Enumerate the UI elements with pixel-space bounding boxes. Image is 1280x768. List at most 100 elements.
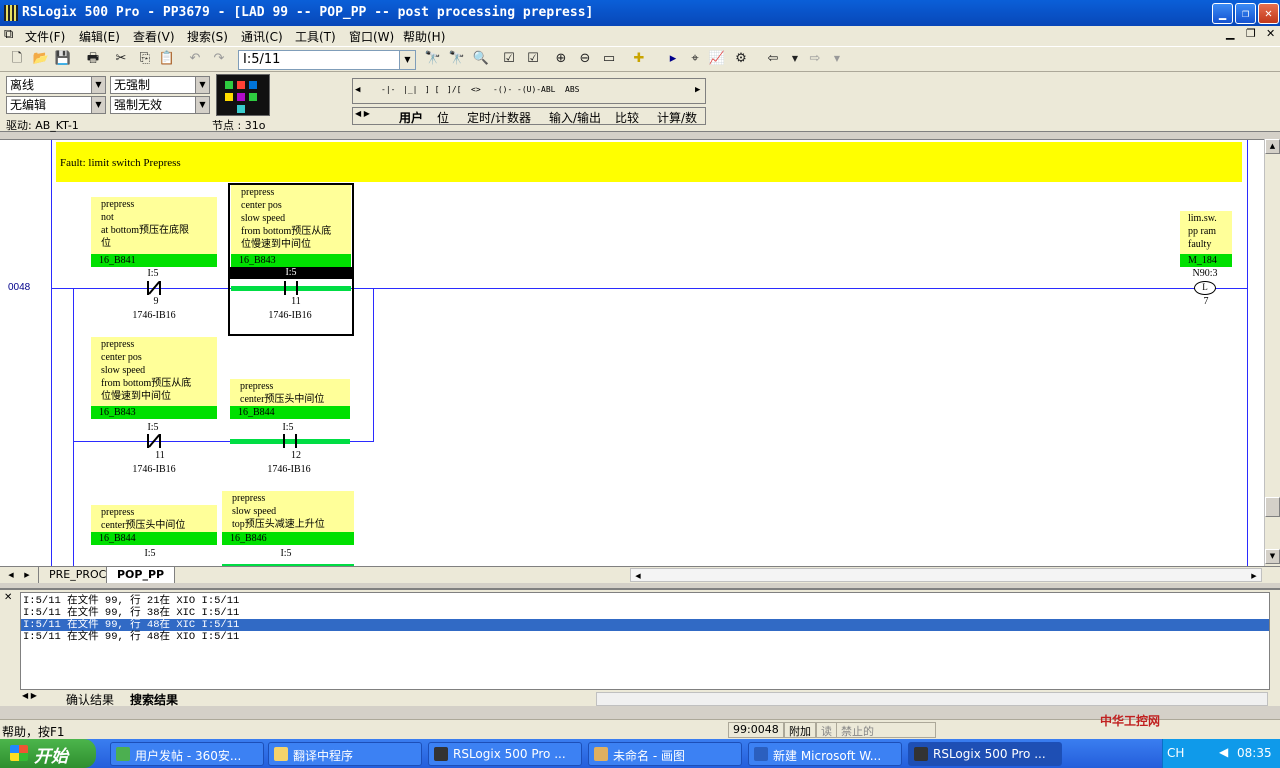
tab-io[interactable]: 输入/输出 (549, 109, 601, 126)
chevron-down-icon[interactable]: ▼ (91, 77, 105, 93)
tab-arrows-icon[interactable]: ◀ ▶ (22, 691, 37, 700)
add-rung-icon[interactable]: ✚ (630, 50, 648, 68)
mdi-close-icon[interactable]: ✕ (1266, 27, 1275, 40)
maximize-button[interactable]: ❐ (1235, 3, 1256, 24)
mdi-minimize-icon[interactable]: ▁ (1226, 27, 1234, 40)
taskbar-item[interactable]: 新建 Microsoft W... (748, 742, 902, 766)
menu-window[interactable]: 窗口(W) (349, 28, 394, 45)
back-arrow-icon[interactable]: ◀ (1219, 745, 1228, 759)
result-row[interactable]: I:5/11 在文件 99, 行 21在 XIO I:5/11 (21, 595, 1269, 607)
instr-abl[interactable]: ABL (541, 85, 555, 94)
forward-dropdown-icon[interactable]: ▼ (828, 50, 846, 68)
sheet-tab-pop-pp[interactable]: POP_PP (106, 567, 176, 583)
chevron-down-icon[interactable]: ▼ (195, 77, 209, 93)
tab-left-icon[interactable]: ◀ ▶ (355, 109, 370, 118)
xio-contact[interactable] (143, 434, 165, 448)
cross-reference-icon[interactable]: ⌖ (686, 50, 704, 68)
verify-project-icon[interactable]: ☑ (524, 50, 542, 68)
tab-verify-results[interactable]: 确认结果 (66, 691, 114, 708)
back-dropdown-icon[interactable]: ▼ (786, 50, 804, 68)
instr-ote[interactable]: <> (471, 85, 481, 94)
properties-icon[interactable]: ⚙ (732, 50, 750, 68)
menu-edit[interactable]: 编辑(E) (79, 28, 120, 45)
chevron-down-icon[interactable]: ▼ (91, 97, 105, 113)
find-next-icon[interactable]: 🔭 (448, 50, 466, 68)
processor-status-icon[interactable] (216, 74, 270, 116)
save-icon[interactable]: 💾 (54, 50, 72, 68)
search-results-list[interactable]: I:5/11 在文件 99, 行 21在 XIO I:5/11 I:5/11 在… (20, 592, 1270, 690)
menu-view[interactable]: 查看(V) (133, 28, 175, 45)
scroll-up-icon[interactable]: ▲ (1265, 139, 1280, 154)
address-search-combo[interactable]: I:5/11 ▼ (238, 50, 416, 70)
palette-left-arrow-icon[interactable]: ◀ (355, 85, 360, 95)
tab-user[interactable]: 用户 (399, 109, 423, 126)
paste-icon[interactable]: 📋 (158, 50, 176, 68)
instr-xio[interactable]: ]/[ (447, 85, 461, 94)
result-row-selected[interactable]: I:5/11 在文件 99, 行 48在 XIC I:5/11 (21, 619, 1269, 631)
close-results-icon[interactable]: ✕ (4, 592, 12, 603)
palette-right-arrow-icon[interactable]: ▶ (695, 85, 700, 95)
window-icon[interactable]: ▭ (600, 50, 618, 68)
verify-file-icon[interactable]: ☑ (500, 50, 518, 68)
forward-arrow-icon[interactable]: ⇨ (806, 50, 824, 68)
tab-search-results[interactable]: 搜索结果 (130, 691, 178, 708)
menu-tools[interactable]: 工具(T) (295, 28, 336, 45)
menu-help[interactable]: 帮助(H) (403, 28, 445, 45)
mdi-app-icon[interactable]: ⧉ (4, 27, 13, 42)
trend-icon[interactable]: 📈 (708, 50, 726, 68)
instr-xic[interactable]: ] [ (425, 85, 439, 94)
language-indicator[interactable]: CH (1167, 746, 1184, 760)
start-button[interactable]: 开始 (0, 739, 96, 768)
menu-search[interactable]: 搜索(S) (187, 28, 228, 45)
scroll-thumb[interactable] (1265, 497, 1280, 517)
instr-abs[interactable]: ABS (565, 85, 579, 94)
tab-next-icon[interactable]: ▶ (20, 568, 34, 582)
result-row[interactable]: I:5/11 在文件 99, 行 38在 XIC I:5/11 (21, 607, 1269, 619)
cut-icon[interactable]: ✂ (112, 50, 130, 68)
results-horizontal-scrollbar[interactable] (596, 692, 1268, 706)
edits-dropdown[interactable]: 无编辑 ▼ (6, 96, 106, 114)
taskbar-item[interactable]: 用户发帖 - 360安... (110, 742, 264, 766)
go-to-icon[interactable]: ▸ (664, 50, 682, 68)
taskbar-item[interactable]: 翻译中程序 (268, 742, 422, 766)
clock[interactable]: 08:35 (1237, 746, 1272, 760)
menu-comms[interactable]: 通讯(C) (241, 28, 283, 45)
mode-dropdown[interactable]: 离线 ▼ (6, 76, 106, 94)
instr-rung[interactable]: |_| (403, 85, 417, 94)
zoom-in-icon[interactable]: ⊕ (552, 50, 570, 68)
result-row[interactable]: I:5/11 在文件 99, 行 48在 XIO I:5/11 (21, 631, 1269, 643)
scroll-right-icon[interactable]: ▶ (1247, 569, 1261, 583)
rung-number[interactable]: 0048 (8, 282, 30, 293)
mdi-restore-icon[interactable]: ❐ (1246, 27, 1256, 40)
redo-icon[interactable]: ↷ (210, 50, 228, 68)
new-file-icon[interactable]: 🗋 (8, 50, 26, 68)
taskbar-item[interactable]: RSLogix 500 Pro ... (428, 742, 582, 766)
app-icon[interactable] (4, 5, 18, 21)
tab-compare[interactable]: 比较 (615, 109, 639, 126)
xic-contact[interactable] (280, 281, 302, 295)
find-icon[interactable]: 🔭 (424, 50, 442, 68)
taskbar-item[interactable]: 未命名 - 画图 (588, 742, 742, 766)
ladder-editor[interactable]: Fault: limit switch Prepress 0048 prepre… (0, 139, 1264, 566)
print-icon[interactable]: 🖶 (84, 50, 102, 68)
xic-contact[interactable] (279, 434, 301, 448)
ladder-horizontal-scrollbar[interactable]: ◀ ▶ (630, 568, 1262, 582)
tab-compute[interactable]: 计算/数 (657, 109, 697, 126)
find-replace-icon[interactable]: 🔍 (472, 50, 490, 68)
chevron-down-icon[interactable]: ▼ (195, 97, 209, 113)
forces-enabled-dropdown[interactable]: 强制无效 ▼ (110, 96, 210, 114)
menu-file[interactable]: 文件(F) (25, 28, 65, 45)
latch-coil[interactable]: L (1194, 281, 1216, 295)
zoom-out-icon[interactable]: ⊖ (576, 50, 594, 68)
chevron-down-icon[interactable]: ▼ (399, 51, 415, 69)
tab-prev-icon[interactable]: ◀ (4, 568, 18, 582)
copy-icon[interactable]: ⎘ (136, 50, 154, 68)
scroll-down-icon[interactable]: ▼ (1265, 549, 1280, 564)
minimize-button[interactable]: ▁ (1212, 3, 1233, 24)
tab-timer-counter[interactable]: 定时/计数器 (467, 109, 531, 126)
undo-icon[interactable]: ↶ (186, 50, 204, 68)
tab-bit[interactable]: 位 (437, 109, 449, 126)
scroll-left-icon[interactable]: ◀ (631, 569, 645, 583)
instr-otl[interactable]: -()- (493, 85, 512, 94)
open-folder-icon[interactable]: 📂 (32, 50, 50, 68)
